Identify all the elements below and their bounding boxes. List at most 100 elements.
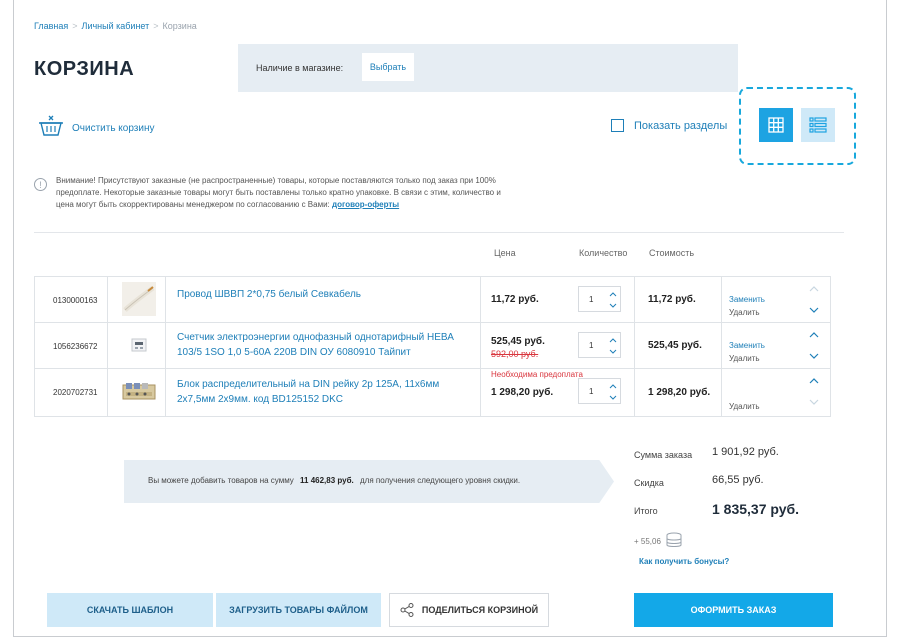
- cart-row: 1056236672 Счетчик электроэнергии однофа…: [35, 323, 830, 369]
- share-cart-label: ПОДЕЛИТЬСЯ КОРЗИНОЙ: [421, 605, 539, 615]
- warning-icon: !: [34, 178, 47, 191]
- chevron-down-icon[interactable]: [607, 346, 619, 356]
- meter-icon[interactable]: [121, 327, 157, 363]
- cell-divider: [107, 369, 108, 416]
- item-old-price: 592,00 руб.: [491, 349, 539, 359]
- download-template-button[interactable]: СКАЧАТЬ ШАБЛОН: [47, 593, 213, 627]
- cell-divider: [721, 277, 722, 322]
- order-sum-value: 1 901,92 руб.: [712, 446, 779, 458]
- chevron-down-icon[interactable]: [807, 351, 821, 361]
- quantity-stepper[interactable]: 1: [578, 286, 621, 312]
- item-total: 525,45 руб.: [648, 340, 702, 351]
- cell-divider: [107, 277, 108, 322]
- checkout-button[interactable]: ОФОРМИТЬ ЗАКАЗ: [634, 593, 833, 627]
- bonus-value: + 55,06: [634, 536, 661, 546]
- chevron-up-icon[interactable]: [607, 289, 619, 299]
- breadcrumb-separator: >: [72, 21, 78, 31]
- cell-divider: [480, 369, 481, 416]
- quantity-value: 1: [589, 341, 594, 350]
- delete-link[interactable]: Удалить: [729, 402, 760, 411]
- divider: [34, 232, 844, 233]
- cell-divider: [634, 323, 635, 368]
- prepayment-notice: ! Внимание! Присутствуют заказные (не ра…: [34, 175, 504, 211]
- column-header-cost: Стоимость: [649, 248, 695, 258]
- quantity-value: 1: [589, 295, 594, 304]
- discount-text: Вы можете добавить товаров на сумму 11 4…: [148, 476, 520, 485]
- how-to-get-bonus-link[interactable]: Как получить бонусы?: [639, 557, 729, 566]
- show-sections-checkbox[interactable]: [611, 119, 624, 132]
- cell-divider: [721, 369, 722, 416]
- item-price: 1 298,20 руб.: [491, 387, 554, 398]
- basket-icon: [38, 115, 64, 142]
- delete-link[interactable]: Удалить: [729, 308, 760, 317]
- chevron-up-icon[interactable]: [607, 381, 619, 391]
- discount-prefix: Вы можете добавить товаров на сумму: [148, 476, 294, 485]
- chevron-up-icon[interactable]: [807, 284, 821, 294]
- prepayment-required-note: Необходима предоплата: [491, 370, 583, 379]
- item-code: 2020702731: [53, 388, 98, 397]
- replace-link[interactable]: Заменить: [729, 295, 765, 304]
- store-availability-panel: Наличие в магазине: Выбрать: [238, 44, 738, 92]
- breadcrumb-separator: >: [153, 21, 159, 31]
- cart-row: 2020702731 Блок распределительный на DIN…: [35, 369, 830, 416]
- product-name-link[interactable]: Счетчик электроэнергии однофазный однота…: [177, 330, 477, 360]
- chevron-up-icon[interactable]: [807, 376, 821, 386]
- grid-view-button[interactable]: [759, 108, 793, 142]
- cell-divider: [721, 323, 722, 368]
- quantity-stepper[interactable]: 1: [578, 332, 621, 358]
- breadcrumb-home[interactable]: Главная: [34, 21, 68, 31]
- item-total: 1 298,20 руб.: [648, 387, 711, 398]
- item-code: 0130000163: [53, 296, 98, 305]
- offer-contract-link[interactable]: договор-оферты: [332, 200, 399, 209]
- item-price: 525,45 руб.: [491, 336, 545, 347]
- discount-amount: 11 462,83 руб.: [300, 476, 354, 485]
- delete-link[interactable]: Удалить: [729, 354, 760, 363]
- chevron-down-icon[interactable]: [807, 305, 821, 315]
- list-icon: [809, 117, 827, 133]
- cell-divider: [165, 277, 166, 322]
- chevron-down-icon[interactable]: [607, 300, 619, 310]
- view-mode-toggle: [739, 87, 856, 165]
- total-label: Итого: [634, 506, 658, 516]
- order-sum-label: Сумма заказа: [634, 450, 693, 460]
- cell-divider: [634, 277, 635, 322]
- item-price: 11,72 руб.: [491, 294, 539, 305]
- upload-file-button[interactable]: ЗАГРУЗИТЬ ТОВАРЫ ФАЙЛОМ: [216, 593, 381, 627]
- show-sections-label: Показать разделы: [634, 119, 728, 132]
- wire-icon[interactable]: [121, 281, 157, 317]
- clear-cart-button[interactable]: Очистить корзину: [38, 115, 155, 142]
- cell-divider: [634, 369, 635, 416]
- cart-row: 0130000163 Провод ШВВП 2*0,75 белый Севк…: [35, 277, 830, 323]
- clear-cart-label: Очистить корзину: [72, 123, 155, 134]
- chevron-up-icon[interactable]: [807, 330, 821, 340]
- next-discount-banner: Вы можете добавить товаров на сумму 11 4…: [124, 460, 614, 503]
- cell-divider: [480, 277, 481, 322]
- quantity-stepper[interactable]: 1: [578, 378, 621, 404]
- discount-suffix: для получения следующего уровня скидки.: [360, 476, 521, 485]
- column-header-price: Цена: [494, 248, 516, 258]
- cart-table: 0130000163 Провод ШВВП 2*0,75 белый Севк…: [34, 276, 831, 417]
- chevron-up-icon[interactable]: [607, 335, 619, 345]
- store-label: Наличие в магазине:: [256, 63, 344, 73]
- terminal-block-icon[interactable]: [121, 373, 157, 409]
- chevron-down-icon[interactable]: [607, 392, 619, 402]
- quantity-value: 1: [589, 387, 594, 396]
- grid-icon: [768, 117, 784, 133]
- cell-divider: [107, 323, 108, 368]
- chevron-down-icon[interactable]: [807, 397, 821, 407]
- item-code: 1056236672: [53, 342, 98, 351]
- cell-divider: [165, 323, 166, 368]
- share-cart-button[interactable]: ПОДЕЛИТЬСЯ КОРЗИНОЙ: [389, 593, 549, 627]
- product-name-link[interactable]: Блок распределительный на DIN рейку 2р 1…: [177, 377, 477, 407]
- bonus-points: + 55,06: [634, 532, 683, 550]
- page-title: КОРЗИНА: [34, 58, 135, 80]
- discount-value: 66,55 руб.: [712, 474, 764, 486]
- replace-link[interactable]: Заменить: [729, 341, 765, 350]
- list-view-button[interactable]: [801, 108, 835, 142]
- product-name-link[interactable]: Провод ШВВП 2*0,75 белый Севкабель: [177, 287, 477, 302]
- breadcrumb: Главная > Личный кабинет > Корзина: [34, 21, 197, 31]
- breadcrumb-account[interactable]: Личный кабинет: [82, 21, 150, 31]
- show-sections-toggle[interactable]: Показать разделы: [611, 119, 727, 132]
- choose-store-button[interactable]: Выбрать: [362, 53, 414, 81]
- share-icon: [400, 603, 414, 617]
